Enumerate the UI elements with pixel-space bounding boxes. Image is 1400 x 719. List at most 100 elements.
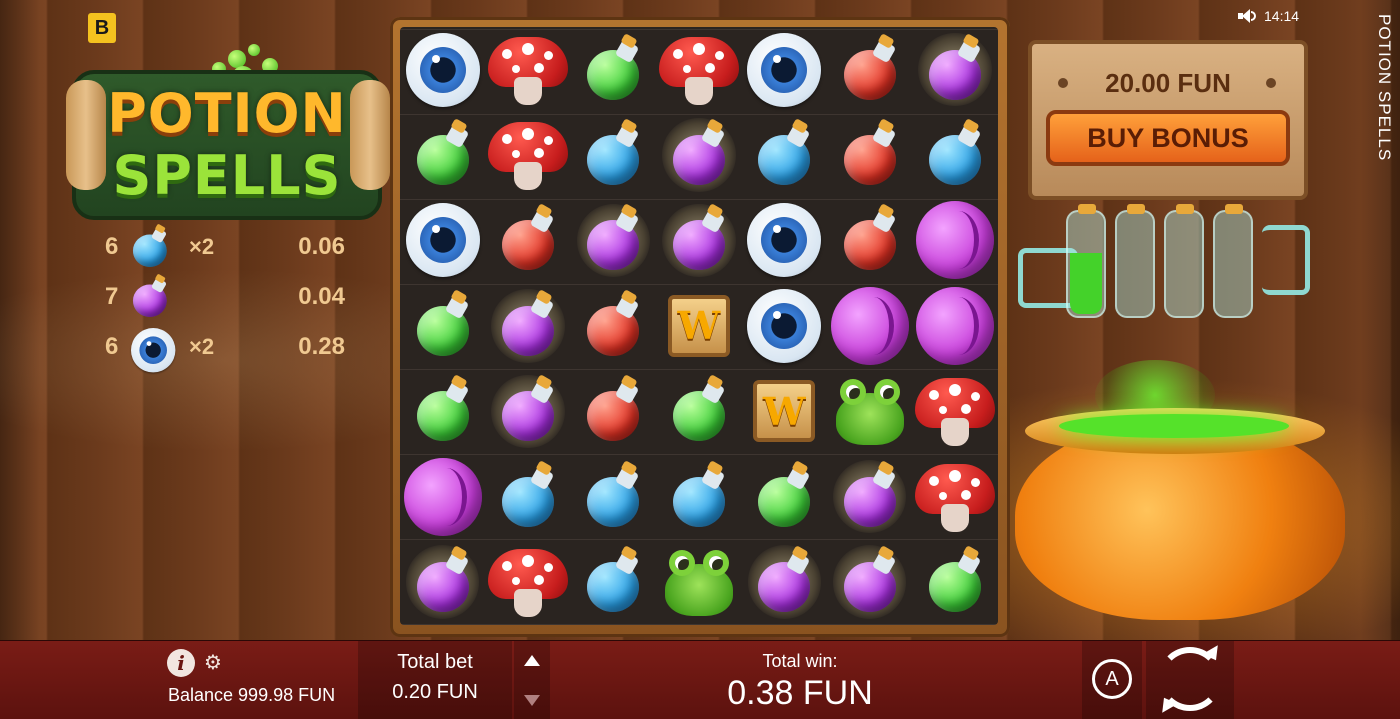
grid-cell: W: [742, 369, 827, 454]
buy-bonus-button[interactable]: BUY BONUS: [1046, 110, 1290, 166]
autoplay-button[interactable]: A: [1082, 641, 1142, 719]
grid-cell: W: [656, 283, 741, 368]
win-row: 6 ×2 0.06: [105, 222, 355, 272]
win-multiplier: ×2: [189, 234, 215, 259]
potion-red-icon: [841, 32, 899, 100]
potion-purple-icon: [841, 545, 899, 613]
logo-line1: POTION: [107, 82, 347, 145]
grid-cell: [400, 369, 485, 454]
grid-cell: [827, 369, 912, 454]
potion-purple-icon: [755, 545, 813, 613]
clock-time: 14:14: [1264, 8, 1300, 24]
grid-cell: [400, 539, 485, 624]
bonus-tube: [1164, 204, 1204, 318]
grid-cell: [912, 539, 997, 624]
mushroom-icon: [488, 33, 569, 107]
bonus-tubes: [1066, 204, 1266, 325]
wins-list: 6 ×2 0.06 7 0.04 6 ×2 0.28: [105, 222, 355, 373]
potion-green-icon: [414, 118, 472, 186]
total-win-value: 0.38 FUN: [727, 674, 873, 712]
bonus-price: 20.00 FUN: [1105, 68, 1231, 98]
win-row: 6 ×2 0.28: [105, 322, 355, 373]
grid-cell: [400, 112, 485, 197]
grid-cell: [571, 283, 656, 368]
spellbook-shell-icon: [403, 457, 482, 536]
frog-icon: [830, 375, 910, 447]
grid-cell: [827, 283, 912, 368]
bet-increase-button[interactable]: [524, 655, 540, 666]
grid-cell: [571, 112, 656, 197]
potion-green-icon: [414, 374, 472, 442]
potion-purple-icon: [926, 32, 984, 100]
potion-green-icon: [584, 32, 642, 100]
eyeball-icon: [747, 203, 822, 278]
symbol-grid[interactable]: WW: [400, 27, 998, 625]
balance-text: Balance 999.98 FUN: [168, 685, 336, 705]
grid-cell: [656, 27, 741, 112]
grid-cell: [656, 539, 741, 624]
win-symbol: [131, 223, 169, 267]
potion-purple-icon: [584, 203, 642, 271]
win-count: 6: [105, 233, 119, 260]
win-amount: 0.28: [298, 333, 345, 360]
potion-red-icon: [499, 203, 557, 271]
potion-green-icon: [414, 289, 472, 356]
potion-green-icon: [926, 545, 984, 613]
grid-cell: [571, 454, 656, 539]
brand-badge: B: [88, 13, 116, 43]
grid-cell: [742, 27, 827, 112]
spellbook-shell-icon: [830, 286, 909, 365]
info-icon[interactable]: i: [167, 649, 195, 677]
potion-red-icon: [584, 374, 642, 442]
game-title-vertical: POTION SPELLS: [1375, 14, 1394, 162]
grid-cell: [571, 27, 656, 112]
grid-cell: [912, 27, 997, 112]
grid-cell: [827, 539, 912, 624]
cauldron-brew: [1059, 414, 1289, 438]
potion-blue-icon: [755, 118, 813, 186]
spin-button[interactable]: [1146, 641, 1234, 719]
grid-cell: [571, 369, 656, 454]
eyeball-icon: [405, 32, 480, 107]
potion-blue-icon: [926, 118, 984, 186]
potion-blue-icon: [584, 459, 642, 527]
grid-cell: [400, 27, 485, 112]
frog-icon: [659, 546, 739, 618]
win-amount: 0.06: [298, 233, 345, 260]
grid-cell: [912, 198, 997, 283]
bet-arrows: [514, 641, 550, 719]
potion-purple-icon: [499, 374, 557, 442]
win-multiplier: ×2: [189, 334, 215, 359]
grid-cell: [742, 539, 827, 624]
potion-blue-icon: [584, 545, 642, 613]
grid-cell: [827, 454, 912, 539]
eyeball-icon: [405, 203, 480, 278]
grid-cell: [742, 283, 827, 368]
grid-cell: [571, 198, 656, 283]
grid-cell: [742, 454, 827, 539]
grid-cell: [912, 369, 997, 454]
potion-purple-icon: [131, 273, 169, 317]
potion-blue-icon: [499, 459, 557, 527]
potion-purple-icon: [670, 203, 728, 271]
win-symbol: [131, 273, 169, 317]
grid-cell: [742, 198, 827, 283]
grid-cell: [485, 283, 570, 368]
mushroom-icon: [488, 118, 569, 192]
game-logo: POTION SPELLS: [66, 40, 390, 220]
game-board: WW: [390, 17, 1010, 637]
gear-icon[interactable]: ⚙: [204, 653, 224, 673]
potion-purple-icon: [414, 545, 472, 613]
grid-cell: [827, 198, 912, 283]
speaker-icon[interactable]: [1238, 9, 1256, 23]
buy-bonus-panel: 20.00 FUN BUY BONUS: [1022, 32, 1322, 207]
total-win-panel: Total win: 0.38 FUN: [700, 651, 900, 713]
grid-cell: [827, 27, 912, 112]
win-count: 7: [105, 283, 119, 310]
eyeball-icon: [131, 328, 176, 373]
potion-blue-icon: [131, 223, 169, 267]
bet-decrease-button[interactable]: [524, 695, 540, 706]
cauldron: [1015, 360, 1355, 620]
win-row: 7 0.04: [105, 272, 355, 322]
potion-purple-icon: [670, 118, 728, 186]
